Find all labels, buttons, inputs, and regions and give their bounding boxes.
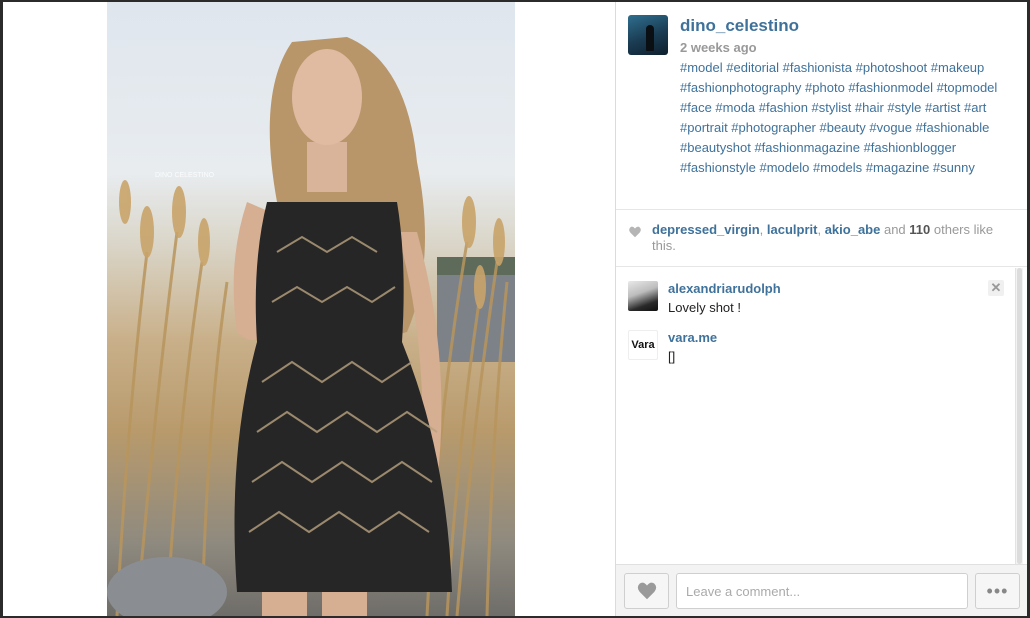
heart-icon (629, 226, 641, 238)
author-username[interactable]: dino_celestino (680, 16, 799, 36)
author-avatar[interactable] (628, 15, 668, 55)
post-sidebar: dino_celestino 2 weeks ago #model #edito… (616, 2, 1027, 616)
post-caption[interactable]: #model #editorial #fashionista #photosho… (680, 58, 1016, 178)
likes-separator: , (817, 222, 825, 237)
photo-illustration: DINO CELESTINO (107, 37, 515, 616)
avatar-figure (646, 25, 654, 51)
likes-summary: depressed_virgin, laculprit, akio_abe an… (616, 211, 1027, 267)
comment-footer: ••• (616, 564, 1027, 616)
comment-text: [] (668, 349, 676, 364)
photo-leg (322, 592, 367, 616)
more-options-icon: ••• (986, 581, 1009, 601)
photo-watermark: DINO CELESTINO (155, 172, 215, 179)
photo-leg (262, 592, 307, 616)
photo-face (292, 49, 362, 145)
post-header: dino_celestino 2 weeks ago #model #edito… (616, 2, 1027, 210)
commenter-avatar[interactable]: Vara (628, 330, 658, 360)
commenter-username[interactable]: alexandriarudolph (668, 281, 781, 296)
liker-link[interactable]: akio_abe (825, 222, 881, 237)
likes-count[interactable]: 110 (909, 222, 930, 237)
liker-link[interactable]: depressed_virgin (652, 222, 760, 237)
likes-text: depressed_virgin, laculprit, akio_abe an… (652, 222, 1014, 254)
likes-separator: , (759, 222, 767, 237)
post-photo[interactable]: DINO CELESTINO (107, 2, 515, 616)
more-options-button[interactable]: ••• (975, 573, 1020, 609)
heart-icon (637, 582, 657, 600)
post-timestamp: 2 weeks ago (680, 40, 757, 55)
like-button[interactable] (624, 573, 669, 609)
commenter-avatar[interactable] (628, 281, 658, 311)
liker-link[interactable]: laculprit (767, 222, 818, 237)
commenter-username[interactable]: vara.me (668, 330, 717, 345)
comment-text: Lovely shot ! (668, 300, 741, 315)
comments-list: alexandriarudolph Lovely shot ! Vara var… (616, 268, 1015, 564)
close-icon[interactable]: ✕ (988, 280, 1004, 296)
photo-area: DINO CELESTINO (3, 2, 615, 616)
photo-neck (307, 142, 347, 192)
photo-rock (107, 557, 227, 616)
likes-and: and (880, 222, 910, 237)
comment-input[interactable] (676, 573, 968, 609)
scrollbar-thumb[interactable] (1017, 268, 1022, 564)
comments-scrollbar[interactable] (1015, 268, 1023, 564)
